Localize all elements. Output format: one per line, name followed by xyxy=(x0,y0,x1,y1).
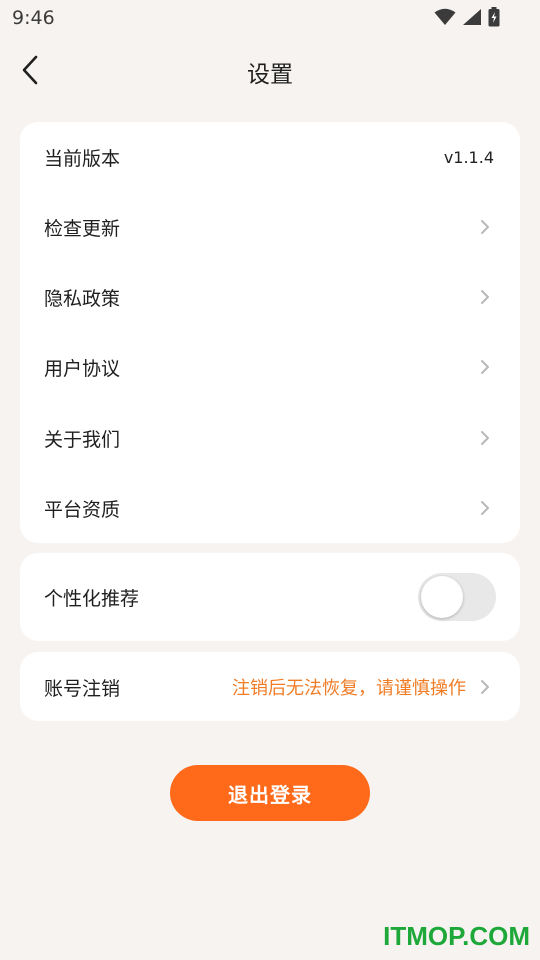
row-platform-qualification[interactable]: 平台资质 xyxy=(20,473,520,543)
personalization-card: 个性化推荐 xyxy=(20,553,520,641)
row-current-version: 当前版本 v1.1.4 xyxy=(20,122,520,192)
status-icons xyxy=(434,7,500,27)
row-privacy-policy[interactable]: 隐私政策 xyxy=(20,262,520,332)
row-label: 当前版本 xyxy=(44,147,121,170)
row-user-agreement[interactable]: 用户协议 xyxy=(20,332,520,402)
watermark: ITMOP.COM xyxy=(383,921,530,951)
chevron-right-icon xyxy=(481,360,489,374)
row-personalized-recommendation: 个性化推荐 xyxy=(20,562,520,632)
toggle-knob xyxy=(421,576,463,618)
chevron-right-icon xyxy=(481,431,489,445)
battery-charging-icon xyxy=(488,7,500,27)
row-check-update[interactable]: 检查更新 xyxy=(20,192,520,262)
row-about-us[interactable]: 关于我们 xyxy=(20,403,520,473)
row-label: 关于我们 xyxy=(44,428,121,451)
account-card: 账号注销 注销后无法恢复，请谨慎操作 xyxy=(20,652,520,721)
row-label: 隐私政策 xyxy=(44,287,121,310)
row-account-deletion[interactable]: 账号注销 注销后无法恢复，请谨慎操作 xyxy=(20,652,520,722)
chevron-right-icon xyxy=(481,290,489,304)
chevron-right-icon xyxy=(481,680,489,694)
status-bar: 9:46 xyxy=(0,0,540,36)
signal-icon xyxy=(462,8,482,26)
status-time: 9:46 xyxy=(12,7,55,29)
nav-bar: 设置 xyxy=(0,44,540,96)
row-label: 检查更新 xyxy=(44,217,121,240)
chevron-right-icon xyxy=(481,220,489,234)
personalization-toggle[interactable] xyxy=(418,573,496,621)
row-label: 用户协议 xyxy=(44,357,121,380)
version-value: v1.1.4 xyxy=(443,147,494,167)
row-label: 账号注销 xyxy=(44,677,121,700)
page-title: 设置 xyxy=(247,62,293,88)
row-label: 个性化推荐 xyxy=(44,587,140,610)
row-label: 平台资质 xyxy=(44,498,121,521)
deletion-warning: 注销后无法恢复，请谨慎操作 xyxy=(232,678,466,699)
settings-info-card: 当前版本 v1.1.4 检查更新 隐私政策 用户协议 关于我们 平台资质 xyxy=(20,122,520,543)
wifi-icon xyxy=(434,8,456,26)
logout-button[interactable]: 退出登录 xyxy=(170,765,370,821)
chevron-right-icon xyxy=(481,501,489,515)
